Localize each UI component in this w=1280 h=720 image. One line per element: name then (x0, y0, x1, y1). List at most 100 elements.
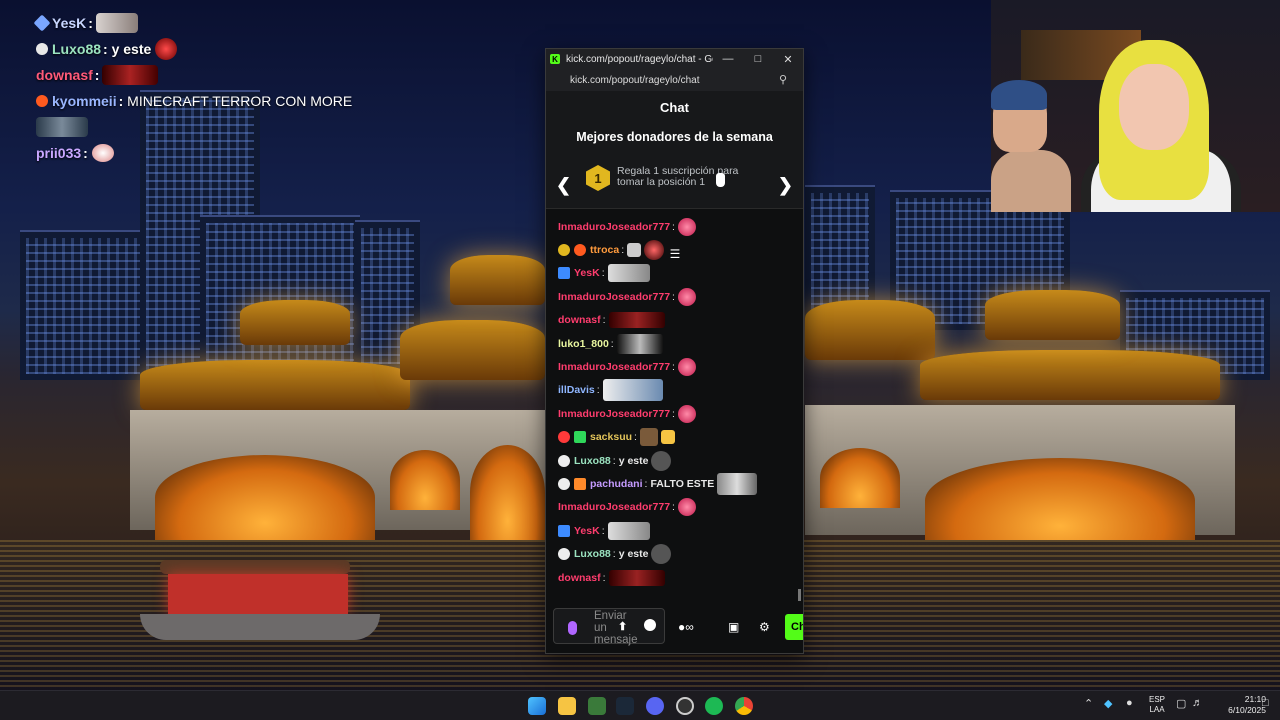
obs-icon[interactable] (676, 697, 694, 715)
building (20, 230, 160, 380)
maximize-icon[interactable]: □ (743, 53, 773, 65)
start-menu-icon[interactable] (528, 697, 546, 715)
chat-message: InmaduroJoseador777: (558, 355, 795, 378)
top-donors-panel: Mejores donadores de la semana ❮ ❯ 1 Reg… (546, 123, 803, 209)
microphone-tray-icon[interactable]: ● (1126, 697, 1133, 709)
overlay-message: downasf: (36, 62, 436, 88)
store-icon[interactable]: ▣ (728, 620, 739, 634)
stream-chat-overlay: YesK: Luxo88: y este downasf: kyommeii: … (33, 10, 436, 166)
system-clock[interactable]: 21:10 6/10/2025 (1206, 694, 1266, 716)
chevron-left-icon[interactable]: ❮ (556, 175, 571, 196)
microphone-icon[interactable] (568, 621, 577, 635)
chat-username[interactable]: YesK (574, 267, 600, 279)
language-code: ESP (1148, 695, 1165, 704)
chat-message: sacksuu: (558, 426, 795, 449)
emote-image (608, 569, 665, 586)
chat-title: Chat (546, 91, 803, 123)
chat-username[interactable]: InmaduroJoseador777 (558, 221, 670, 233)
emote-image (651, 544, 672, 565)
chat-username[interactable]: illDavis (558, 384, 595, 396)
overlay-message: kyommeii: MINECRAFT TERROR CON MORE (36, 88, 436, 114)
emote-image (677, 358, 696, 377)
file-explorer-icon[interactable] (558, 697, 576, 715)
send-chat-button[interactable]: Ch (785, 614, 803, 640)
chat-text: y este (618, 454, 649, 467)
chat-message: InmaduroJoseador777: (558, 496, 795, 519)
webcam-feed (991, 0, 1280, 212)
chat-username[interactable]: Luxo88 (574, 548, 611, 560)
chat-username[interactable]: pachudani (590, 478, 643, 490)
sub-badge-icon (574, 477, 586, 490)
chat-username[interactable]: InmaduroJoseador777 (558, 291, 670, 303)
chat-username[interactable]: luko1_800 (558, 338, 609, 350)
donors-title: Mejores donadores de la semana (576, 130, 773, 144)
volume-icon[interactable]: ♬ (1192, 697, 1203, 709)
steam-icon[interactable] (616, 697, 634, 715)
spotify-icon[interactable] (705, 697, 723, 715)
minimize-icon[interactable]: — (713, 53, 743, 65)
kick-favicon-icon: K (550, 54, 560, 64)
chat-username[interactable]: Luxo88 (574, 455, 611, 467)
chat-message: YesK: (558, 262, 795, 285)
chat-popup-window[interactable]: K kick.com/popout/rageylo/chat - Google.… (545, 48, 804, 654)
chat-username[interactable]: InmaduroJoseador777 (558, 408, 670, 420)
kick-emote-icon[interactable]: ⬆ (618, 620, 627, 633)
keyboard-layout: LAA (1149, 705, 1165, 714)
close-icon[interactable]: ✕ (773, 53, 803, 66)
discord-icon[interactable] (646, 697, 664, 715)
emote-image (607, 264, 650, 283)
hand-cursor-icon (716, 173, 725, 187)
notifications-icon[interactable]: □ (1262, 697, 1269, 709)
chat-message: Luxo88: y este (558, 542, 795, 565)
emote-image (677, 287, 696, 306)
gear-icon[interactable]: ⚙ (759, 620, 770, 634)
chevron-up-icon[interactable]: ⌃ (1084, 697, 1093, 710)
bridge-arch (820, 448, 900, 508)
chat-message: luko1_800: (558, 332, 795, 355)
security-icon[interactable]: ◆ (1104, 697, 1112, 710)
chat-message: Luxo88: y este (558, 449, 795, 472)
chat-message: ttroca: (558, 238, 795, 261)
language-indicator[interactable]: ESP LAA (1146, 695, 1168, 715)
chat-username[interactable]: downasf (558, 572, 601, 584)
emote-image (608, 312, 665, 329)
chat-username[interactable]: InmaduroJoseador777 (558, 501, 670, 513)
url-text[interactable]: kick.com/popout/rageylo/chat (570, 75, 779, 86)
network-icon[interactable]: ▢ (1176, 697, 1186, 710)
chat-text: FALTO ESTE (650, 477, 715, 490)
pavilion-roof (985, 290, 1120, 340)
overlay-text: y este (111, 41, 152, 57)
scrollbar-thumb[interactable] (798, 589, 801, 601)
overlay-message: Luxo88: y este (36, 36, 436, 62)
chat-messages[interactable]: InmaduroJoseador777: ttroca: YesK: Inmad… (546, 209, 803, 604)
clock-date: 6/10/2025 (1228, 705, 1266, 715)
windows-taskbar: ⌃ ◆ ● ESP LAA ▢ ♬ 21:10 6/10/2025 □ (0, 690, 1280, 720)
chat-input-bar: Enviar un mensaje ⬆ ●∞ ▣ ⚙ Ch (546, 604, 803, 653)
chat-username[interactable]: InmaduroJoseador777 (558, 361, 670, 373)
overlay-message: prii033: (36, 140, 436, 166)
chat-message: downasf: (558, 566, 795, 589)
chat-username[interactable]: sacksuu (590, 431, 632, 443)
address-bar[interactable]: kick.com/popout/rageylo/chat ⚲ (546, 69, 803, 91)
donor-cta-text[interactable]: Regala 1 suscripción para tomar la posic… (617, 166, 757, 188)
chat-message: InmaduroJoseador777: (558, 402, 795, 425)
skull-badge-icon (558, 477, 570, 490)
pavilion-roof (400, 320, 545, 380)
chat-input[interactable]: Enviar un mensaje ⬆ (553, 608, 665, 646)
window-titlebar[interactable]: K kick.com/popout/rageylo/chat - Google.… (546, 49, 803, 69)
zoom-icon[interactable]: ⚲ (779, 73, 793, 87)
chat-username[interactable]: YesK (574, 525, 600, 537)
chrome-icon[interactable] (735, 697, 753, 715)
bridge-arch (155, 455, 375, 540)
overlay-username: kyommeii (52, 93, 117, 109)
chat-message: pachudani: FALTO ESTE (558, 472, 795, 495)
chat-username[interactable]: ttroca (590, 244, 619, 256)
chat-users-icon[interactable]: ●∞ (678, 620, 694, 634)
chevron-right-icon[interactable]: ❯ (778, 175, 793, 196)
emoji-icon[interactable] (644, 619, 656, 631)
emote-image (95, 13, 138, 33)
emote-image (627, 243, 642, 258)
emote-image (91, 144, 114, 162)
chat-username[interactable]: downasf (558, 314, 601, 326)
app-icon[interactable] (588, 697, 606, 715)
